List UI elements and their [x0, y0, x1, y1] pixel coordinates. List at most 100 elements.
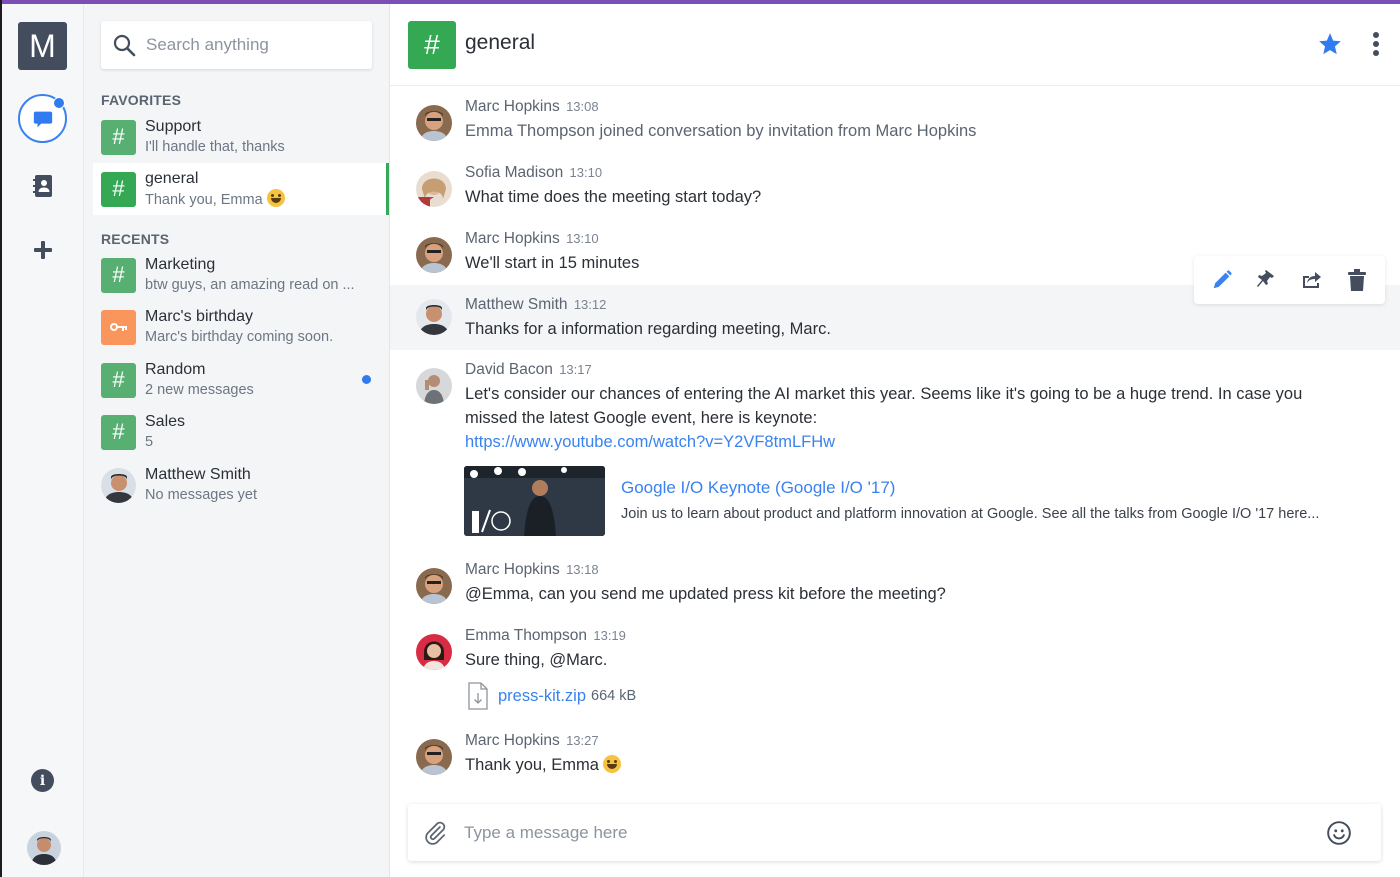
- rail-add-button[interactable]: [32, 239, 54, 261]
- emoji-picker-button[interactable]: [1326, 820, 1352, 846]
- app-logo[interactable]: M: [18, 22, 67, 70]
- chat-bubble-icon: [33, 111, 52, 127]
- forward-button[interactable]: [1300, 268, 1324, 292]
- link-preview-card[interactable]: Google I/O Keynote (Google I/O '17) Join…: [464, 466, 1364, 536]
- user-avatar-image: [416, 634, 452, 670]
- nav-rail: M i: [2, 4, 84, 877]
- marc-hopkins-avatar[interactable]: [416, 568, 452, 604]
- smile-emoji-icon: [266, 188, 285, 207]
- message-time: 13:18: [566, 562, 599, 577]
- unread-dot: [362, 375, 371, 384]
- conversation-name: Support: [145, 118, 202, 135]
- message-item: Marc Hopkins 13:27 Thank you, Emma: [390, 728, 1400, 788]
- user-avatar-image: [416, 568, 452, 604]
- user-avatar-image: [416, 105, 452, 141]
- more-options-button[interactable]: [1370, 30, 1382, 58]
- search-input[interactable]: [146, 35, 346, 55]
- message-header: Matthew Smith 13:12: [465, 296, 606, 314]
- message-header: Marc Hopkins 13:10: [465, 230, 599, 248]
- conversation-item-general[interactable]: # general Thank you, Emma: [93, 163, 389, 215]
- info-button[interactable]: i: [31, 769, 54, 792]
- message-text: Thanks for a information regarding meeti…: [465, 320, 831, 338]
- message-item: Sofia Madison 13:10 What time does the m…: [390, 160, 1400, 220]
- message-time: 13:17: [559, 362, 592, 377]
- user-avatar-image: [27, 831, 61, 865]
- message-time: 13:19: [593, 628, 626, 643]
- message-time: 13:08: [566, 99, 599, 114]
- message-author[interactable]: Marc Hopkins: [465, 561, 560, 578]
- trash-icon: [1347, 269, 1366, 291]
- channel-hash-icon: #: [408, 21, 456, 69]
- paperclip-icon: [425, 821, 446, 845]
- conversation-item-matthew-smith[interactable]: Matthew Smith No messages yet: [93, 459, 389, 511]
- info-icon: i: [39, 772, 46, 789]
- edit-button[interactable]: [1210, 268, 1234, 292]
- message-header: Marc Hopkins 13:27: [465, 732, 599, 750]
- recents-label: RECENTS: [101, 231, 170, 247]
- plus-icon: [34, 241, 52, 259]
- file-attachment[interactable]: press-kit.zip 664 kB: [468, 682, 636, 710]
- message-author[interactable]: Marc Hopkins: [465, 732, 560, 749]
- sofia-madison-avatar[interactable]: [416, 171, 452, 207]
- matthew-smith-avatar[interactable]: [416, 299, 452, 335]
- message-composer: [408, 804, 1381, 861]
- message-author[interactable]: Emma Thompson: [465, 627, 587, 644]
- message-author[interactable]: Marc Hopkins: [465, 98, 560, 115]
- link-preview-thumbnail[interactable]: [464, 466, 605, 536]
- marc-hopkins-avatar[interactable]: [416, 237, 452, 273]
- marc-hopkins-avatar[interactable]: [416, 105, 452, 141]
- conversation-item-support[interactable]: # Support I'll handle that, thanks: [93, 111, 389, 163]
- message-time: 13:10: [569, 165, 603, 180]
- conversation-name: Random: [145, 361, 206, 378]
- message-header: Emma Thompson 13:19: [465, 627, 626, 645]
- message-author[interactable]: David Bacon: [465, 361, 553, 378]
- david-bacon-avatar[interactable]: [416, 368, 452, 404]
- user-avatar-image: [416, 368, 452, 404]
- search-box[interactable]: [101, 21, 372, 69]
- search-icon: [113, 34, 136, 57]
- message-author[interactable]: Sofia Madison: [465, 164, 563, 181]
- emma-thompson-avatar[interactable]: [416, 634, 452, 670]
- message-text-wrap: Thank you, Emma: [465, 753, 621, 777]
- private-channel-key-icon: [101, 309, 136, 345]
- message-link[interactable]: https://www.youtube.com/watch?v=Y2VF8tmL…: [465, 433, 835, 451]
- message-time: 13:10: [566, 231, 599, 246]
- message-text: Emma Thompson joined conversation by inv…: [465, 122, 977, 140]
- conversation-name: general: [145, 169, 199, 187]
- message-text: What time does the meeting start today?: [465, 188, 762, 206]
- pin-button[interactable]: [1255, 268, 1279, 292]
- user-avatar-image: [416, 237, 452, 273]
- smile-emoji-icon: [602, 755, 621, 773]
- message-text: Thank you, Emma: [465, 756, 599, 774]
- message-header: David Bacon 13:17: [465, 361, 592, 379]
- message-input[interactable]: [464, 818, 1304, 848]
- conversation-preview: 5: [145, 434, 154, 450]
- attach-button[interactable]: [422, 820, 448, 846]
- chat-header: # general: [390, 4, 1400, 86]
- conversation-preview: Thank you, Emma: [145, 191, 263, 208]
- rail-chats-button[interactable]: [18, 94, 67, 143]
- file-name-link[interactable]: press-kit.zip: [498, 687, 586, 706]
- conversation-item-sales[interactable]: # Sales 5: [93, 406, 389, 458]
- user-avatar-image: [416, 299, 452, 335]
- marc-hopkins-avatar[interactable]: [416, 739, 452, 775]
- message-text-line: missed the latest Google event, here is …: [465, 409, 818, 427]
- channel-title: general: [465, 31, 536, 54]
- matthew-smith-avatar: [101, 467, 136, 503]
- rail-contacts-button[interactable]: [32, 175, 54, 197]
- channel-hash-icon: #: [101, 119, 136, 155]
- message-author[interactable]: Matthew Smith: [465, 296, 568, 313]
- conversation-item-random[interactable]: # Random 2 new messages: [93, 354, 389, 406]
- message-header: Sofia Madison 13:10: [465, 164, 602, 182]
- favorite-star-button[interactable]: [1317, 31, 1343, 57]
- message-author[interactable]: Marc Hopkins: [465, 230, 560, 247]
- profile-avatar[interactable]: [27, 831, 61, 865]
- delete-button[interactable]: [1345, 268, 1369, 292]
- conversation-item-marketing[interactable]: # Marketing btw guys, an amazing read on…: [93, 249, 389, 301]
- channel-hash-icon: #: [101, 171, 136, 207]
- conversation-sidebar: FAVORITES # Support I'll handle that, th…: [84, 4, 390, 877]
- message-text-line: Let's consider our chances of entering t…: [465, 385, 1303, 403]
- conversation-item-marcs-birthday[interactable]: Marc's birthday Marc's birthday coming s…: [93, 301, 389, 353]
- link-preview-title[interactable]: Google I/O Keynote (Google I/O '17): [621, 478, 895, 498]
- more-vertical-icon: [1373, 32, 1379, 56]
